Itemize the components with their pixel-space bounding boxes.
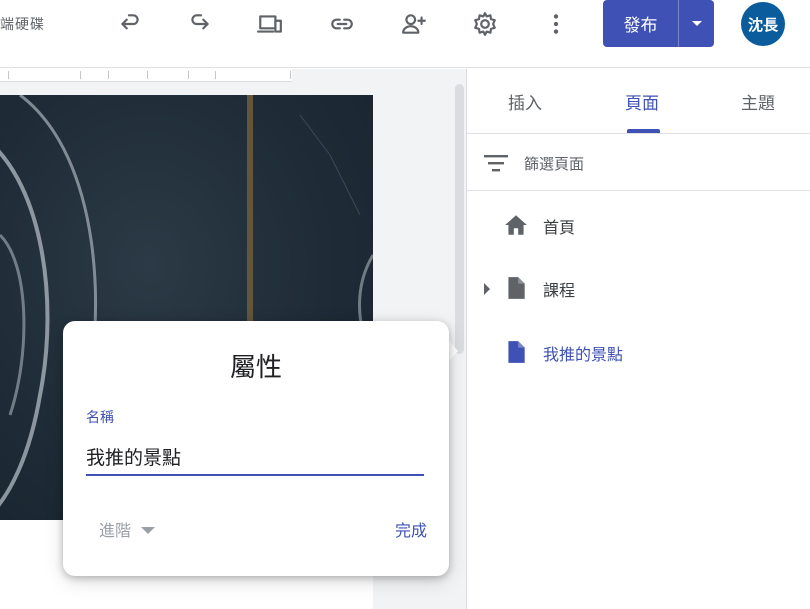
page-item-label: 首頁	[543, 218, 576, 237]
insert-link-icon[interactable]	[324, 6, 360, 42]
breadcrumb-drive[interactable]: 端硬碟	[0, 14, 45, 34]
name-field-label: 名稱	[86, 410, 114, 426]
publish-options-button[interactable]	[679, 21, 714, 26]
settings-gear-icon[interactable]	[467, 6, 503, 42]
publish-button[interactable]: 發布	[603, 11, 678, 36]
chevron-down-icon	[691, 21, 702, 26]
filter-pages[interactable]: 篩選頁面	[467, 134, 810, 191]
expand-arrow-icon[interactable]	[484, 283, 490, 295]
filter-placeholder: 篩選頁面	[524, 155, 585, 173]
popup-arrow	[449, 341, 458, 361]
share-person-add-icon[interactable]	[396, 6, 432, 42]
more-vert-icon[interactable]	[538, 6, 574, 42]
page-item-favorite-spots[interactable]: 我推的景點	[467, 327, 810, 377]
page-icon	[508, 277, 525, 299]
avatar[interactable]: 沈長	[741, 2, 785, 46]
page-item-label: 課程	[543, 281, 576, 300]
preview-devices-icon[interactable]	[252, 6, 288, 42]
page-item-home[interactable]: 首頁	[467, 200, 810, 250]
side-panel: 插入 頁面 主題 篩選頁面 首頁 課程 我推的景點	[466, 69, 810, 609]
page-item-courses[interactable]: 課程	[467, 263, 810, 313]
advanced-toggle[interactable]: 進階	[99, 517, 156, 541]
tab-insert[interactable]: 插入	[508, 89, 542, 114]
tab-pages[interactable]: 頁面	[625, 89, 659, 114]
filter-icon	[484, 155, 508, 172]
page-name-input[interactable]	[86, 438, 424, 476]
tab-themes[interactable]: 主題	[741, 89, 775, 114]
done-button[interactable]: 完成	[395, 517, 427, 541]
chevron-down-icon	[141, 526, 156, 534]
redo-icon[interactable]	[182, 6, 218, 42]
publish-button-group: 發布	[603, 0, 714, 47]
top-toolbar: 端硬碟 發布 沈長	[0, 0, 810, 68]
dialog-title: 屬性	[229, 353, 282, 383]
home-icon	[505, 215, 527, 235]
page-item-label: 我推的景點	[543, 345, 624, 364]
properties-dialog: 屬性 名稱 進階 完成	[63, 321, 449, 576]
ruler	[0, 69, 292, 82]
undo-icon[interactable]	[112, 6, 148, 42]
canvas-scrollbar[interactable]	[455, 84, 464, 354]
page-icon	[508, 341, 525, 363]
advanced-label: 進階	[99, 521, 132, 540]
